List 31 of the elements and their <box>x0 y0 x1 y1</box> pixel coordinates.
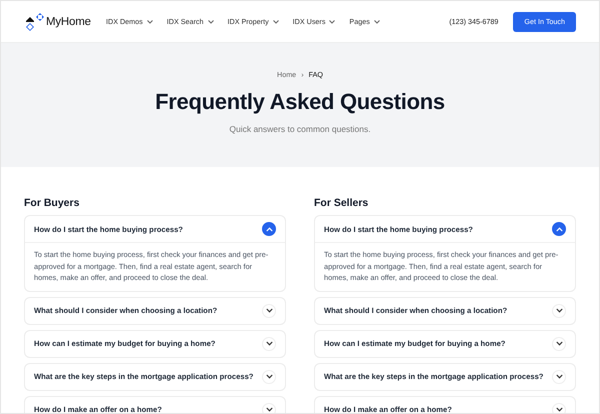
chevron-down-icon <box>266 308 272 313</box>
page-title: Frequently Asked Questions <box>155 89 445 115</box>
logo-text[interactable]: MyHome <box>46 16 91 28</box>
chevron-down-icon <box>266 374 272 379</box>
chevron-down-icon <box>556 407 562 412</box>
chevron-down-icon <box>266 407 272 412</box>
caret-icon <box>146 20 153 24</box>
collapse-button[interactable] <box>552 222 566 236</box>
expand-button[interactable] <box>552 336 566 350</box>
expand-button[interactable] <box>262 370 276 384</box>
chevron-down-icon <box>266 341 272 346</box>
chevron-down-icon <box>556 308 562 313</box>
chevron-down-icon <box>556 341 562 346</box>
section-heading: For Buyers <box>24 197 80 209</box>
expand-button[interactable] <box>552 402 566 413</box>
expand-button[interactable] <box>262 336 276 350</box>
caret-icon <box>329 20 336 24</box>
expand-button[interactable] <box>262 304 276 318</box>
expand-button[interactable] <box>552 370 566 384</box>
section-heading: For Sellers <box>314 197 370 209</box>
page-subtitle: Quick answers to common questions. <box>229 124 371 134</box>
expand-button[interactable] <box>262 402 276 413</box>
chevron-down-icon <box>556 374 562 379</box>
house-logo-icon <box>25 12 45 32</box>
caret-icon <box>374 20 380 24</box>
chevron-up-icon <box>266 226 272 232</box>
caret-icon <box>208 20 214 24</box>
expand-button[interactable] <box>552 304 566 318</box>
caret-icon <box>272 20 279 24</box>
chevron-up-icon <box>556 226 562 232</box>
collapse-button[interactable] <box>262 222 276 236</box>
